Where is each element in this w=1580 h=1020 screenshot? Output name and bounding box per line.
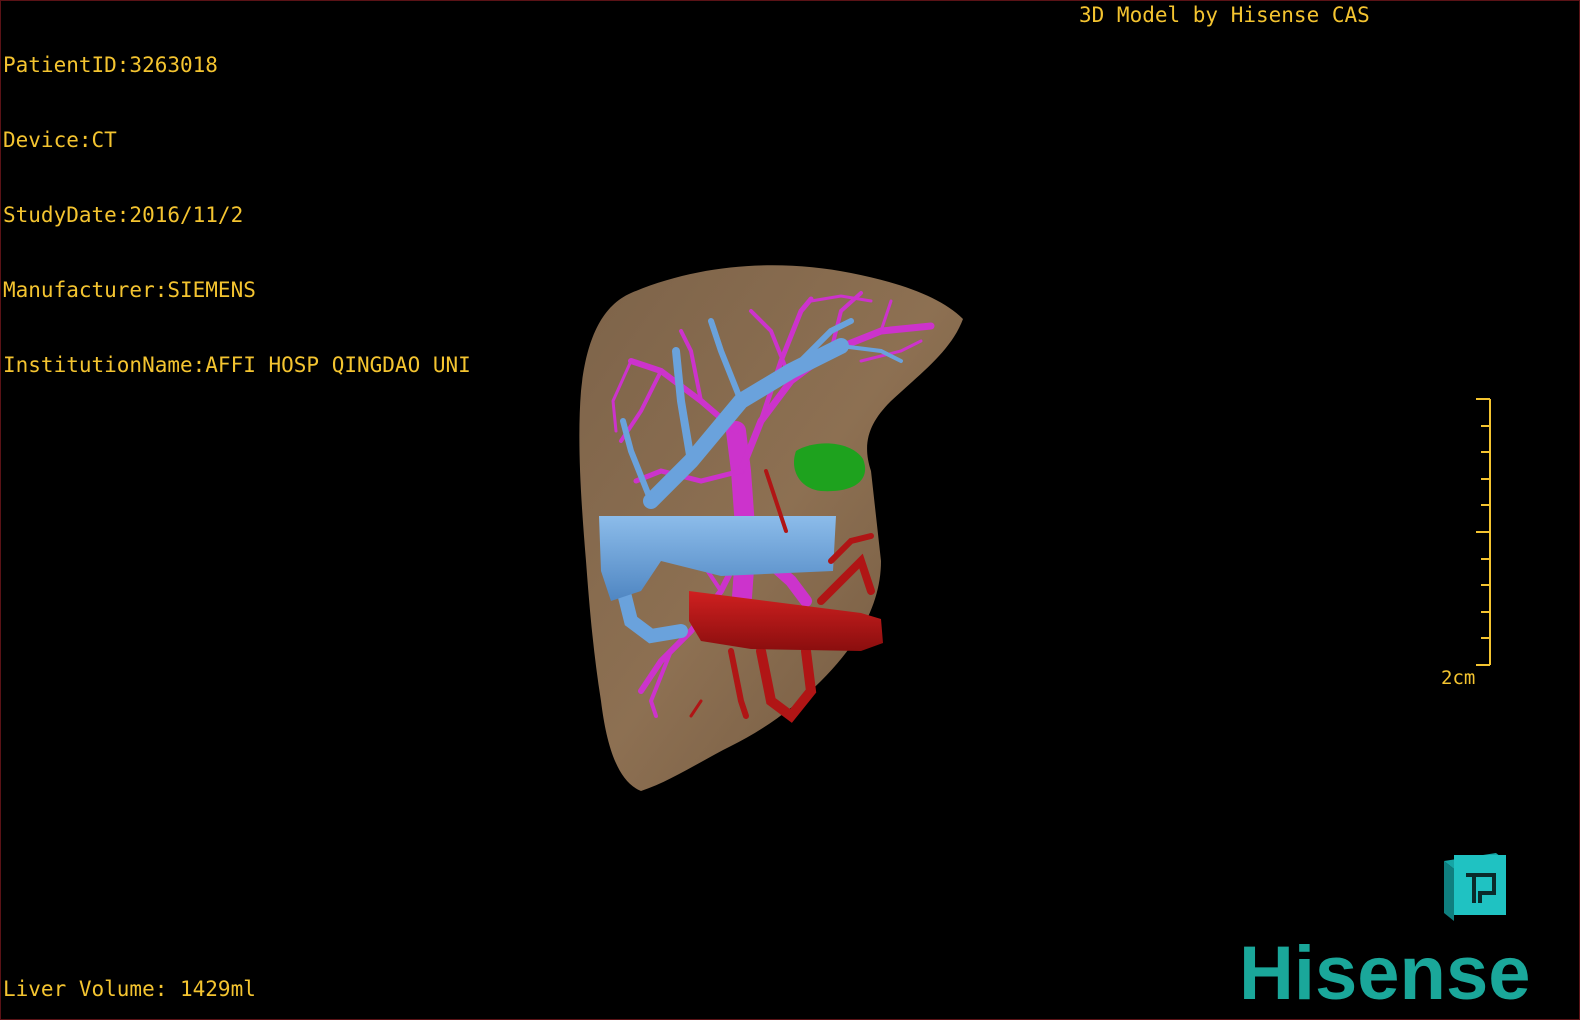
3d-viewport[interactable]: PatientID:3263018 Device:CT StudyDate:20… — [0, 0, 1580, 1020]
scale-bar — [1476, 398, 1491, 666]
liver-volume-label: Liver Volume: 1429ml — [3, 977, 256, 1001]
manufacturer-label: Manufacturer:SIEMENS — [3, 278, 256, 302]
study-date-label: StudyDate:2016/11/2 — [3, 203, 244, 227]
orientation-cube-icon[interactable] — [1436, 849, 1510, 923]
device-label: Device:CT — [3, 128, 117, 152]
patient-id-label: PatientID:3263018 — [3, 53, 218, 77]
institution-label: InstitutionName:AFFI HOSP QINGDAO UNI — [3, 353, 471, 377]
model-credit: 3D Model by Hisense CAS — [1079, 3, 1370, 27]
svg-text:Hisense: Hisense — [1239, 933, 1531, 1009]
dicom-info-overlay: PatientID:3263018 Device:CT StudyDate:20… — [3, 3, 471, 428]
scale-bar-label: 2cm — [1441, 667, 1476, 689]
hisense-logo: Hisense — [1239, 933, 1531, 1009]
